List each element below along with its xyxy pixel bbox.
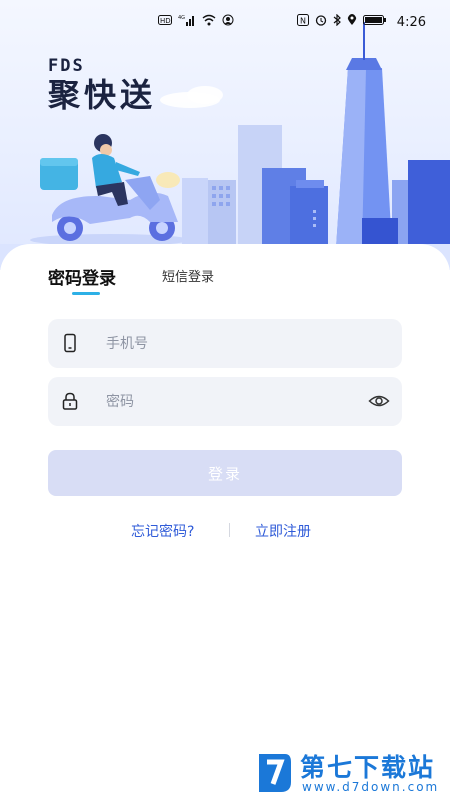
- watermark-logo-icon: [255, 750, 293, 794]
- hero-banner: HD 4G N 4:26 FDS 聚快送: [0, 0, 450, 270]
- tab-sms-login[interactable]: 短信登录: [162, 266, 214, 285]
- password-field[interactable]: [48, 377, 402, 426]
- phone-field[interactable]: [48, 319, 402, 368]
- hotspot-icon: [222, 14, 234, 30]
- status-time: 4:26: [396, 14, 426, 30]
- eye-icon[interactable]: [368, 391, 390, 411]
- watermark-title: 第七下载站: [300, 753, 436, 782]
- phone-input[interactable]: [106, 319, 376, 368]
- location-icon: [347, 14, 357, 30]
- svg-text:4G: 4G: [178, 15, 185, 21]
- lock-icon: [60, 391, 80, 411]
- phone-icon: [60, 333, 80, 353]
- tab-password-login[interactable]: 密码登录: [48, 264, 116, 289]
- watermark-url: www.d7down.com: [302, 780, 440, 794]
- password-input[interactable]: [106, 377, 376, 426]
- link-divider: [229, 523, 230, 537]
- delivery-illustration: [0, 22, 450, 270]
- watermark: 第七下载站 www.d7down.com: [255, 748, 445, 798]
- 4g-signal-icon: 4G: [178, 14, 196, 30]
- logo-en: FDS: [48, 56, 85, 76]
- login-button[interactable]: 登录: [48, 450, 402, 496]
- app-logo: FDS 聚快送: [48, 56, 156, 114]
- battery-icon: [362, 14, 387, 30]
- status-bar: HD 4G N 4:26: [0, 0, 450, 40]
- bluetooth-icon: [333, 13, 341, 30]
- hd-icon: HD: [158, 15, 172, 29]
- wifi-icon: [202, 14, 216, 30]
- alarm-icon: [315, 14, 327, 30]
- nfc-icon: N: [296, 14, 309, 30]
- register-link[interactable]: 立即注册: [255, 521, 311, 541]
- forgot-password-link[interactable]: 忘记密码?: [131, 521, 194, 541]
- logo-cn: 聚快送: [48, 76, 157, 114]
- svg-text:N: N: [300, 17, 306, 26]
- svg-text:HD: HD: [160, 17, 171, 25]
- tab-active-indicator: [72, 292, 100, 295]
- auth-links: 忘记密码? 立即注册: [0, 521, 450, 541]
